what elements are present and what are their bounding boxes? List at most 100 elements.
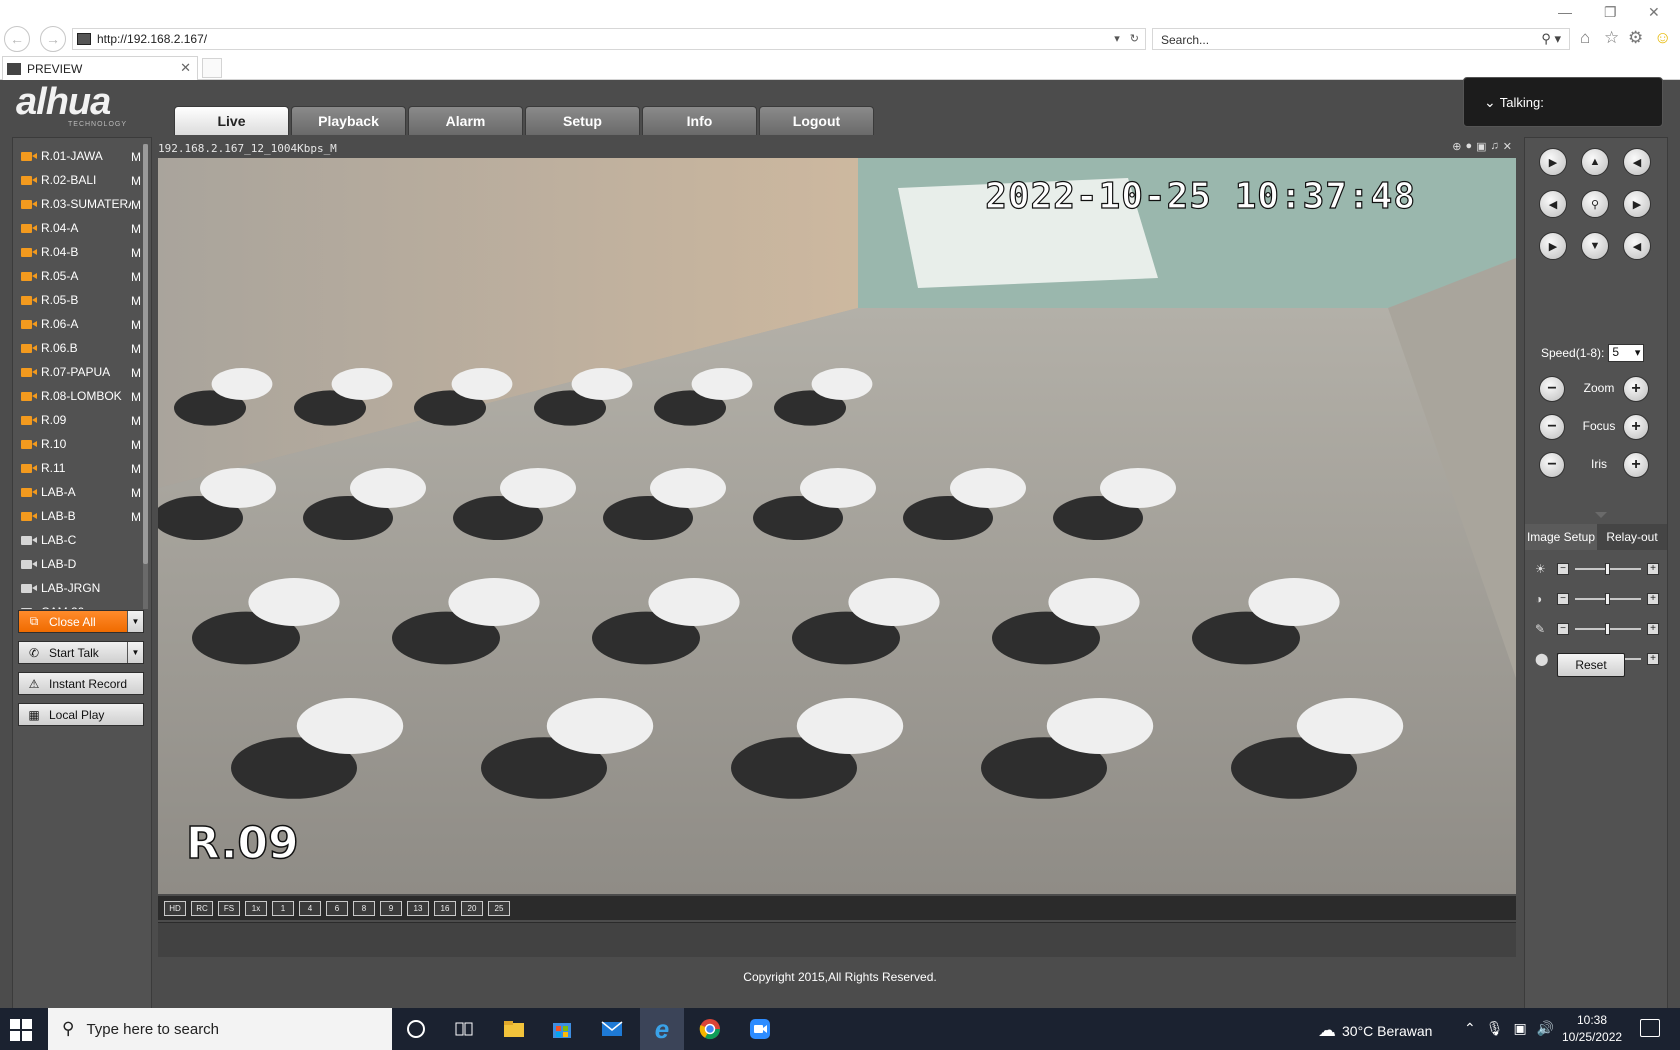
increase-button[interactable]: + bbox=[1647, 623, 1659, 635]
layout-button[interactable]: 1x bbox=[245, 900, 267, 916]
camera-stream-mode[interactable]: M bbox=[131, 486, 141, 500]
camera-list-item[interactable]: R.01-JAWA M bbox=[17, 144, 141, 168]
camera-list-item[interactable]: R.04-B M bbox=[17, 240, 141, 264]
internet-explorer-icon[interactable]: e bbox=[640, 1008, 684, 1050]
store-icon[interactable] bbox=[550, 1017, 574, 1041]
scrollbar-thumb[interactable] bbox=[143, 144, 148, 564]
search-icon[interactable]: ⚲ ▾ bbox=[1541, 31, 1561, 47]
camera-stream-mode[interactable]: M bbox=[131, 294, 141, 308]
layout-button[interactable]: 1 bbox=[272, 900, 294, 916]
layout-button[interactable]: HD bbox=[164, 900, 186, 916]
camera-list-item[interactable]: R.11 M bbox=[17, 456, 141, 480]
decrease-button[interactable]: − bbox=[1557, 623, 1569, 635]
restore-button[interactable]: ❐ bbox=[1604, 4, 1617, 21]
taskbar-search-input[interactable]: ⚲ Type here to search bbox=[48, 1008, 392, 1050]
camera-stream-mode[interactable]: M bbox=[131, 222, 141, 236]
focus-plus-button[interactable]: + bbox=[1623, 414, 1649, 440]
camera-list-item[interactable]: R.08-LOMBOK M bbox=[17, 384, 141, 408]
mail-icon[interactable] bbox=[600, 1017, 624, 1041]
close-tab-icon[interactable]: ✕ bbox=[180, 60, 191, 76]
ptz-up-left-button[interactable]: ▶ bbox=[1539, 148, 1567, 176]
volume-icon[interactable]: 🔊 bbox=[1537, 1020, 1554, 1037]
increase-button[interactable]: + bbox=[1647, 653, 1659, 665]
notification-center-icon[interactable] bbox=[1640, 1019, 1660, 1037]
layout-button[interactable]: 4 bbox=[299, 900, 321, 916]
layout-button[interactable]: FS bbox=[218, 900, 240, 916]
camera-stream-mode[interactable]: M bbox=[131, 342, 141, 356]
forward-button[interactable]: → bbox=[40, 26, 66, 52]
ptz-down-right-button[interactable]: ◀ bbox=[1623, 232, 1651, 260]
camera-list-item[interactable]: LAB-A M bbox=[17, 480, 141, 504]
snapshot-icon[interactable]: ▣ bbox=[1476, 140, 1486, 153]
camera-list-item[interactable]: R.09 M bbox=[17, 408, 141, 432]
camera-stream-mode[interactable]: M bbox=[131, 390, 141, 404]
address-dropdown-icon[interactable]: ▾ bbox=[1114, 32, 1120, 45]
nav-tab-logout[interactable]: Logout bbox=[759, 106, 874, 135]
layout-button[interactable]: 8 bbox=[353, 900, 375, 916]
zoom-app-icon[interactable] bbox=[748, 1017, 772, 1041]
video-feed[interactable]: 2022-10-25 10:37:48 R.09 bbox=[158, 158, 1516, 894]
refresh-icon[interactable]: ↻ bbox=[1130, 32, 1139, 45]
audio-icon[interactable]: ♫ bbox=[1491, 140, 1499, 153]
camera-list-item[interactable]: R.05-A M bbox=[17, 264, 141, 288]
adjust-slider[interactable] bbox=[1575, 623, 1641, 635]
camera-list-item[interactable]: LAB-C bbox=[17, 528, 141, 552]
camera-list-item[interactable]: LAB-D bbox=[17, 552, 141, 576]
smiley-feedback-icon[interactable]: ☺ bbox=[1654, 28, 1671, 48]
windows-start-icon[interactable] bbox=[10, 1019, 32, 1041]
address-bar[interactable]: http://192.168.2.167/ ▾ ↻ bbox=[72, 28, 1146, 50]
instant-record-button[interactable]: ⚠ Instant Record bbox=[18, 672, 144, 695]
camera-stream-mode[interactable]: M bbox=[131, 438, 141, 452]
speed-select[interactable]: 5 bbox=[1608, 344, 1645, 362]
close-all-dropdown-icon[interactable]: ▼ bbox=[127, 611, 143, 632]
weather-widget[interactable]: ☁ 30°C Berawan bbox=[1318, 1020, 1432, 1041]
camera-stream-mode[interactable]: M bbox=[131, 198, 141, 212]
camera-list-item[interactable]: R.06-A M bbox=[17, 312, 141, 336]
slider-knob[interactable] bbox=[1605, 623, 1610, 635]
camera-list-item[interactable]: R.07-PAPUA M bbox=[17, 360, 141, 384]
camera-list-item[interactable]: R.06.B M bbox=[17, 336, 141, 360]
chevron-up-icon[interactable]: ⌃ bbox=[1464, 1020, 1476, 1037]
zoom-in-button[interactable]: + bbox=[1623, 376, 1649, 402]
camera-list-item[interactable]: LAB-B M bbox=[17, 504, 141, 528]
new-tab-button[interactable] bbox=[202, 58, 222, 78]
adjust-slider[interactable] bbox=[1575, 593, 1641, 605]
nav-tab-alarm[interactable]: Alarm bbox=[408, 106, 523, 135]
ptz-up-button[interactable]: ▲ bbox=[1581, 148, 1609, 176]
camera-list-item[interactable]: LAB-JRGN bbox=[17, 576, 141, 600]
focus-minus-button[interactable]: − bbox=[1539, 414, 1565, 440]
collapse-arrow-icon[interactable] bbox=[1595, 512, 1607, 518]
camera-list-scrollbar[interactable] bbox=[143, 144, 148, 609]
tab-preview[interactable]: PREVIEW ✕ bbox=[2, 56, 198, 80]
layout-button[interactable]: 20 bbox=[461, 900, 483, 916]
camera-list-item[interactable]: R.03-SUMATERA M bbox=[17, 192, 141, 216]
layout-button[interactable]: 13 bbox=[407, 900, 429, 916]
camera-stream-mode[interactable]: M bbox=[131, 462, 141, 476]
nav-tab-live[interactable]: Live bbox=[174, 106, 289, 135]
ptz-center-button[interactable]: ⚲ bbox=[1581, 190, 1609, 218]
close-window-button[interactable]: ✕ bbox=[1648, 4, 1660, 21]
tab-image-setup[interactable]: Image Setup bbox=[1525, 524, 1597, 550]
camera-list[interactable]: R.01-JAWA M R.02-BALI M R.03-SUMATERA M R.04-A… bbox=[17, 144, 141, 609]
start-talk-button[interactable]: ✆ Start Talk ▼ bbox=[18, 641, 144, 664]
microphone-icon[interactable]: 🎙 bbox=[1486, 1020, 1504, 1037]
camera-stream-mode[interactable]: M bbox=[131, 414, 141, 428]
zoom-in-icon[interactable]: ⊕ bbox=[1452, 140, 1461, 153]
adjust-slider[interactable] bbox=[1575, 563, 1641, 575]
back-button[interactable]: ← bbox=[4, 26, 30, 52]
layout-button[interactable]: RC bbox=[191, 900, 213, 916]
layout-button[interactable]: 9 bbox=[380, 900, 402, 916]
nav-tab-playback[interactable]: Playback bbox=[291, 106, 406, 135]
slider-knob[interactable] bbox=[1605, 593, 1610, 605]
camera-stream-mode[interactable]: M bbox=[131, 510, 141, 524]
ptz-up-right-button[interactable]: ◀ bbox=[1623, 148, 1651, 176]
camera-list-item[interactable]: R.05-B M bbox=[17, 288, 141, 312]
minimize-button[interactable]: — bbox=[1558, 4, 1572, 20]
nav-tab-info[interactable]: Info bbox=[642, 106, 757, 135]
ptz-left-button[interactable]: ◀ bbox=[1539, 190, 1567, 218]
camera-stream-mode[interactable]: M bbox=[131, 270, 141, 284]
camera-stream-mode[interactable]: M bbox=[131, 318, 141, 332]
camera-stream-mode[interactable]: M bbox=[131, 150, 141, 164]
ptz-down-left-button[interactable]: ▶ bbox=[1539, 232, 1567, 260]
close-all-button[interactable]: ⧉ Close All ▼ bbox=[18, 610, 144, 633]
